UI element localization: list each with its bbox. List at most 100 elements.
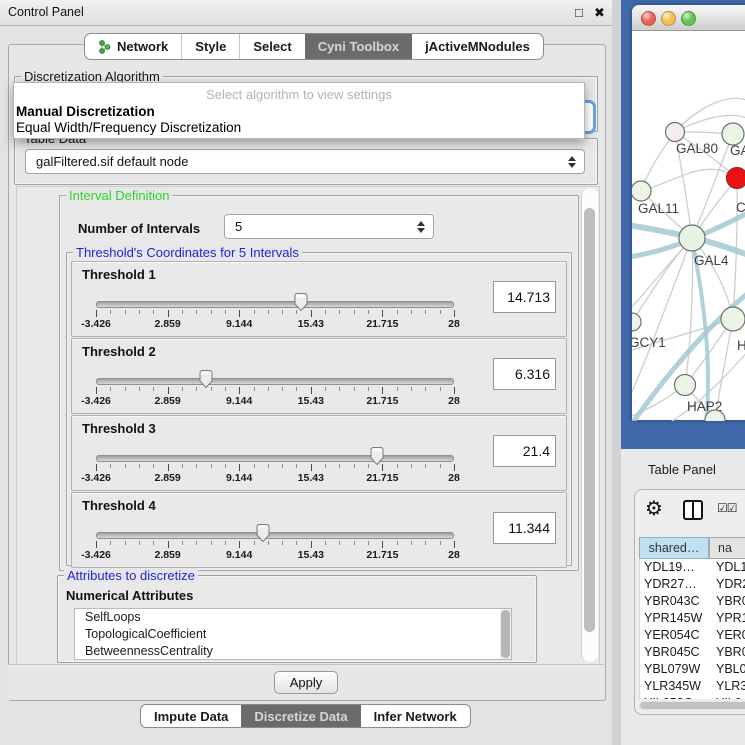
numerical-attributes-list[interactable]: SelfLoopsTopologicalCoefficientBetweenne… [74,608,512,660]
tab-network[interactable]: Network [85,34,181,59]
threshold-value-field[interactable]: 6.316 [493,358,556,390]
tab-style[interactable]: Style [181,34,239,59]
panel-divider[interactable] [612,0,621,745]
cell-shared-name: YLR345W [640,678,710,695]
cell-shared-name: YDR27… [640,576,710,593]
slider-thumb[interactable] [293,292,309,312]
close-traffic-light[interactable] [641,11,656,26]
tab-label: Discretize Data [254,709,347,724]
cell-name: YDL1 [710,559,745,576]
tab-label: Cyni Toolbox [318,39,399,54]
algorithm-option-1[interactable]: Manual Discretization [16,104,155,119]
combo-stepper-icon [417,221,425,233]
network-window: GAL80GACGAL11GAL4GCY1HHAP2 [632,5,745,420]
table-row[interactable]: YDL19…YDL1 [640,559,745,576]
threshold-label: Threshold 3 [82,421,156,436]
attributes-list-scrollbar[interactable] [500,609,511,659]
slider-thumb[interactable] [198,369,214,389]
column-header-name[interactable]: na [709,537,745,559]
threshold-value-field[interactable]: 14.713 [493,281,556,313]
table-row[interactable]: YBR045CYBR0 [640,644,745,661]
tab-impute-data[interactable]: Impute Data [141,705,241,727]
tab-jactivemnodules[interactable]: jActiveMNodules [412,34,543,59]
panel-title: Control Panel [8,0,84,25]
slider-track[interactable] [96,301,454,308]
network-node-GCY1[interactable] [632,313,641,331]
slider-thumb[interactable] [369,446,385,466]
network-canvas[interactable]: GAL80GACGAL11GAL4GCY1HHAP2 [632,31,745,421]
node-table[interactable]: shared… na YDL19…YDL1YDR27…YDR2YBR043CYB… [639,537,745,699]
zoom-traffic-light[interactable] [681,11,696,26]
cell-name: YBR0 [710,593,745,610]
gear-icon[interactable]: ⚙ [645,496,663,521]
tab-cyni-toolbox[interactable]: Cyni Toolbox [305,34,412,59]
slider-track[interactable] [96,378,454,385]
slider-thumb[interactable] [255,523,271,543]
algorithm-option-2[interactable]: Equal Width/Frequency Discretization [16,120,241,135]
table-row[interactable]: YDR27…YDR2 [640,576,745,593]
network-node-GAL11[interactable] [632,181,651,201]
threshold-label: Threshold 1 [82,267,156,282]
attribute-item[interactable]: TopologicalCoefficient [75,626,511,643]
settings-vertical-scrollbar[interactable] [581,188,598,662]
number-of-intervals-label: Number of Intervals [78,221,200,236]
table-horizontal-scrollbar[interactable] [639,701,745,710]
apply-button[interactable]: Apply [274,671,338,694]
network-edge[interactable] [641,169,737,191]
tab-infer-network[interactable]: Infer Network [361,705,470,727]
threshold-label: Threshold 4 [82,498,156,513]
network-node-H-node[interactable] [721,307,745,331]
cell-name: YLR3 [710,678,745,695]
table-data-group: Table Data galFiltered.sif default node [14,138,598,185]
close-icon[interactable]: ✖ [594,0,605,25]
network-window-titlebar [632,5,745,31]
table-row[interactable]: YER054CYER0 [640,627,745,644]
interval-definition-group: Interval Definition Number of Intervals … [59,195,579,571]
tab-discretize-data[interactable]: Discretize Data [241,705,360,727]
tab-label: Select [253,39,291,54]
network-node-GAL4[interactable] [679,225,705,251]
network-node-label: GCY1 [632,335,666,350]
network-view-frame: GAL80GACGAL11GAL4GCY1HHAP2 [621,0,745,449]
threshold-panel-4: Threshold 4-3.4262.8599.14415.4321.71528… [71,492,567,568]
tab-select[interactable]: Select [239,34,304,59]
threshold-panel-2: Threshold 2-3.4262.8599.14415.4321.71528… [71,338,567,414]
table-row[interactable]: YPR145WYPR1 [640,610,745,627]
settings-scroll-area: Interval Definition Number of Intervals … [16,186,600,666]
cell-name: YER0 [710,627,745,644]
columns-icon[interactable] [683,500,703,520]
attributes-group-title: Attributes to discretize [64,568,198,583]
attribute-item[interactable]: BetweennessCentrality [75,643,511,660]
network-node-GAL-top-right[interactable] [722,123,744,145]
table-row[interactable]: YLR345WYLR3 [640,678,745,695]
threshold-value-field[interactable]: 21.4 [493,435,556,467]
table-row[interactable]: YBR043CYBR0 [640,593,745,610]
attribute-item[interactable]: SelfLoops [75,609,511,626]
number-of-intervals-value: 5 [235,215,242,238]
checkbox-icons[interactable]: ☑☑ [717,501,737,515]
table-row[interactable]: YBL079WYBL0 [640,661,745,678]
number-of-intervals-combobox[interactable]: 5 [224,214,434,239]
numerical-attributes-label: Numerical Attributes [66,588,193,603]
float-window-icon[interactable]: □ [575,0,583,25]
algorithm-hint-option[interactable]: Select algorithm to view settings [14,87,584,102]
slider-track[interactable] [96,532,454,539]
threshold-value-field[interactable]: 11.344 [493,512,556,544]
cell-name: YIL0 [710,695,742,699]
network-icon [98,40,111,54]
network-node-HAP2[interactable] [675,375,696,396]
network-edge[interactable] [685,238,693,385]
network-node-label: GAL11 [638,201,679,216]
network-node-selected-red-node[interactable] [727,168,745,189]
minimize-traffic-light[interactable] [661,11,676,26]
tab-label: Impute Data [154,709,228,724]
slider-ticks [96,310,454,318]
column-header-shared-name[interactable]: shared… [639,537,709,559]
table-data-combobox[interactable]: galFiltered.sif default node [25,149,585,174]
network-node-GAL80[interactable] [666,123,685,142]
slider-ticks [96,464,454,472]
cell-shared-name: YER054C [640,627,710,644]
table-row[interactable]: YIL052CYIL0 [640,695,745,699]
slider-track[interactable] [96,455,454,462]
threshold-panel-3: Threshold 3-3.4262.8599.14415.4321.71528… [71,415,567,491]
